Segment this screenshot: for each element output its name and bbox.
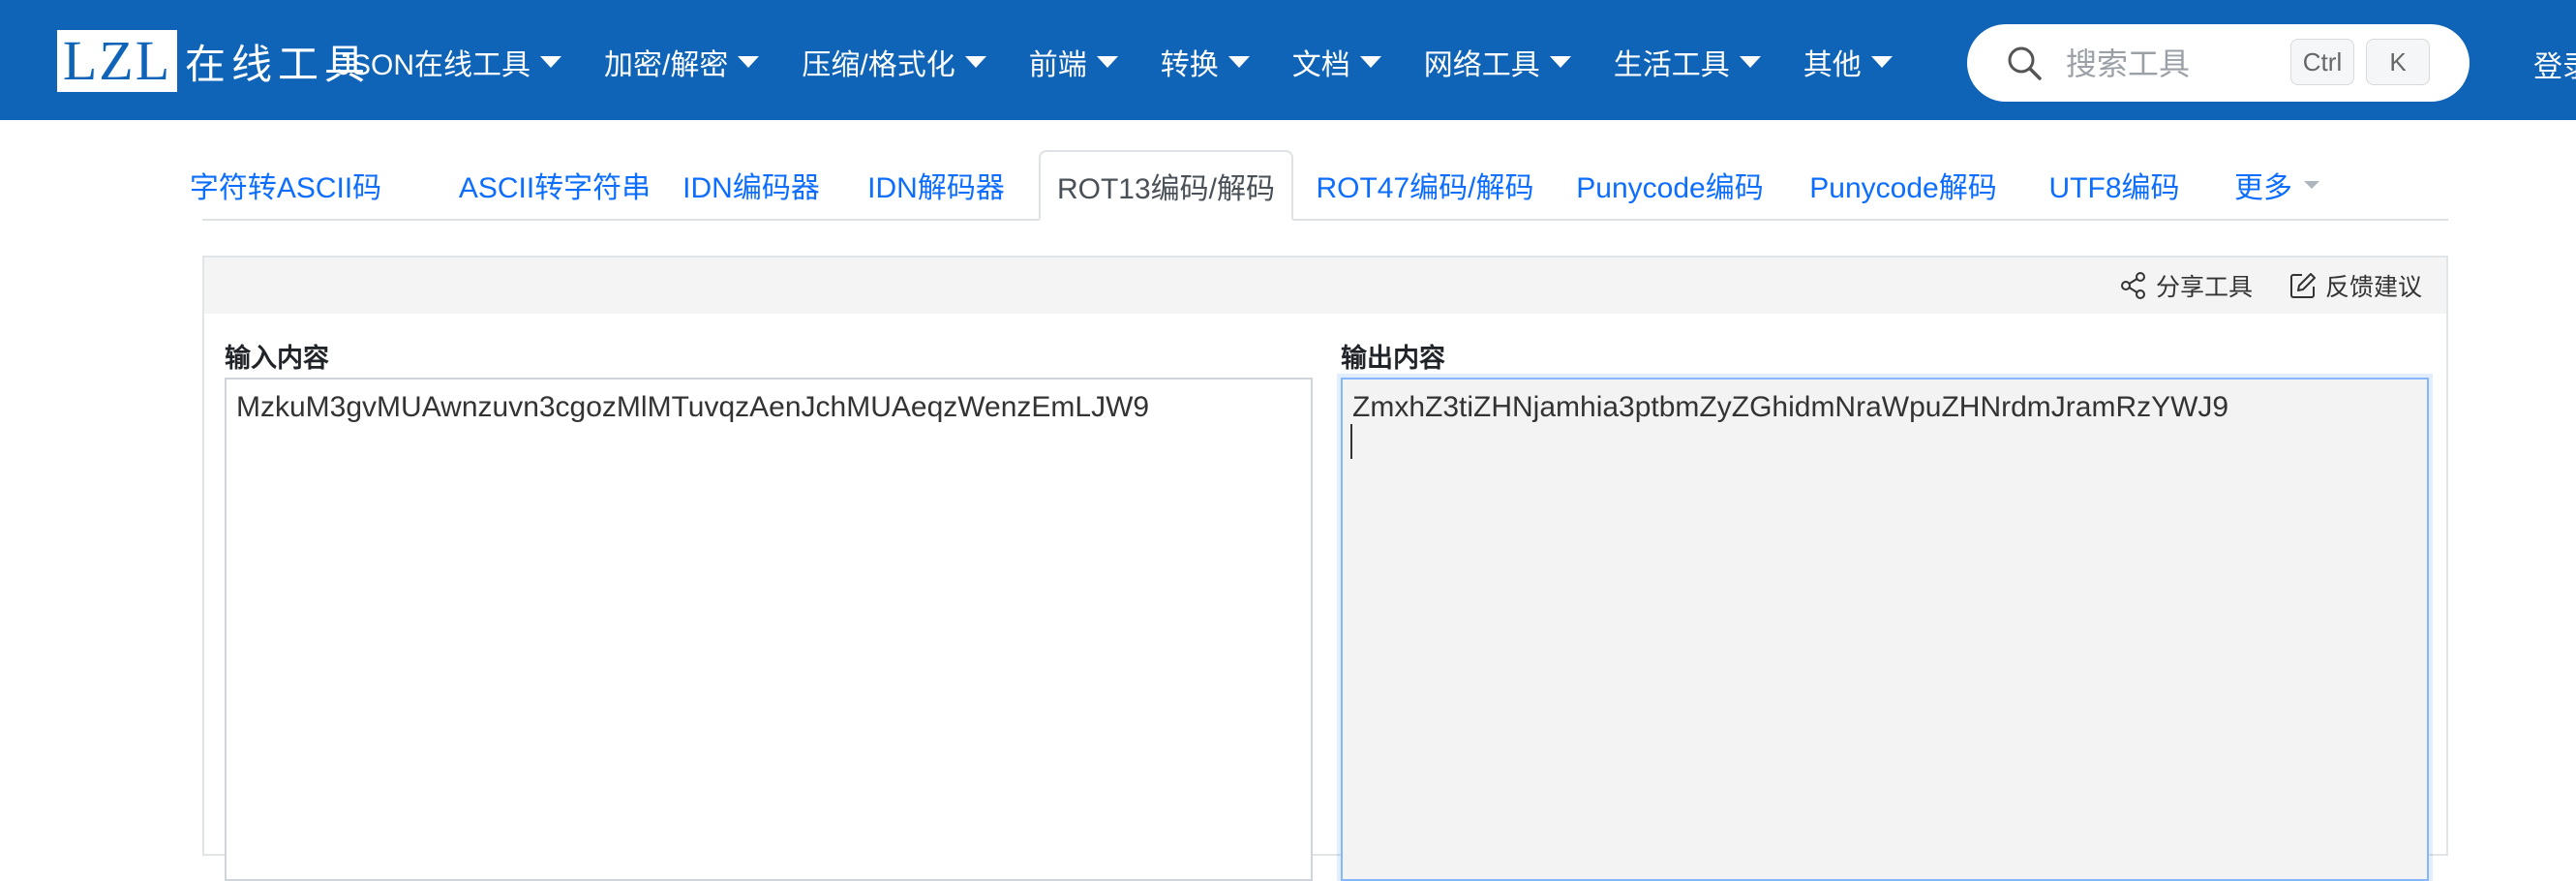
- nav-item-label: JSON在线工具: [337, 49, 531, 81]
- text-cursor: [1350, 424, 1352, 459]
- tab-rot13[interactable]: ROT13编码/解码: [1039, 150, 1293, 221]
- card-toolbar: 分享工具 反馈建议: [204, 258, 2446, 314]
- feedback-label: 反馈建议: [2325, 274, 2423, 301]
- share-tool-label: 分享工具: [2156, 274, 2254, 301]
- shortcut-key-k: K: [2366, 39, 2430, 85]
- nav-item-life[interactable]: 生活工具: [1614, 41, 1761, 83]
- search-box[interactable]: Ctrl K: [1967, 24, 2470, 102]
- tool-card: 分享工具 反馈建议 输入内容 输出内容 MzkuM3gvMUAwnzuvn3cg…: [202, 256, 2448, 881]
- nav-item-label: 转换: [1160, 49, 1219, 81]
- input-textarea[interactable]: MzkuM3gvMUAwnzuvn3cgozMlMTuvqzAenJchMUAe…: [225, 378, 1313, 881]
- search-icon: [2008, 46, 2042, 80]
- input-label: 输入内容: [225, 344, 329, 373]
- tab-ascii-to-string[interactable]: ASCII转字符串: [458, 150, 652, 219]
- caret-down-icon: [738, 56, 760, 68]
- search-input[interactable]: [2064, 38, 2300, 90]
- logo-abbr: LZL: [57, 30, 177, 92]
- nav-item-network[interactable]: 网络工具: [1424, 41, 1571, 83]
- nav-item-label: 前端: [1028, 49, 1087, 81]
- tool-tabs: 字符转ASCII码 ASCII转字符串 IDN编码器 IDN解码器 ROT13编…: [190, 150, 2448, 221]
- edit-icon: [2290, 273, 2316, 298]
- caret-down-icon: [2304, 180, 2319, 189]
- tab-char-to-ascii[interactable]: 字符转ASCII码: [190, 150, 381, 219]
- nav-item-encrypt[interactable]: 加密/解密: [604, 41, 760, 83]
- nav-item-label: 网络工具: [1423, 49, 1540, 81]
- caret-down-icon: [1359, 56, 1381, 68]
- nav-item-label: 压缩/格式化: [802, 49, 955, 81]
- tab-rot47[interactable]: ROT47编码/解码: [1314, 150, 1536, 219]
- nav-item-label: 其他: [1803, 49, 1862, 81]
- caret-down-icon: [1096, 56, 1118, 68]
- share-tool-button[interactable]: 分享工具: [2119, 269, 2253, 302]
- caret-down-icon: [1549, 56, 1571, 68]
- nav-item-label: 文档: [1291, 49, 1350, 81]
- main-menu: JSON在线工具 加密/解密 压缩/格式化 前端 转换 文档 网络工具 生活工具…: [337, 35, 1935, 89]
- login-link[interactable]: 登录: [2533, 43, 2576, 85]
- tab-idn-encoder[interactable]: IDN编码器: [682, 150, 820, 219]
- tab-punycode-encode[interactable]: Punycode编码: [1576, 150, 1763, 219]
- caret-down-icon: [964, 56, 986, 68]
- output-textarea[interactable]: ZmxhZ3tiZHNjamhia3ptbmZyZGhidmNraWpuZHNr…: [1341, 378, 2429, 881]
- nav-item-other[interactable]: 其他: [1803, 41, 1893, 83]
- nav-item-label: 加密/解密: [604, 49, 729, 81]
- site-logo[interactable]: LZL 在线工具: [57, 30, 371, 92]
- tab-punycode-decode[interactable]: Punycode解码: [1809, 150, 1996, 219]
- caret-down-icon: [1739, 56, 1761, 68]
- caret-down-icon: [1870, 56, 1893, 68]
- tab-more-label: 更多: [2234, 171, 2292, 204]
- shortcut-key-ctrl: Ctrl: [2290, 39, 2354, 85]
- caret-down-icon: [1227, 56, 1250, 68]
- tab-more[interactable]: 更多: [2224, 150, 2330, 219]
- nav-item-frontend[interactable]: 前端: [1029, 41, 1118, 83]
- caret-down-icon: [540, 56, 562, 68]
- tab-idn-decoder[interactable]: IDN解码器: [867, 150, 1005, 219]
- share-icon: [2121, 272, 2145, 299]
- nav-item-docs[interactable]: 文档: [1292, 41, 1381, 83]
- feedback-button[interactable]: 反馈建议: [2288, 269, 2422, 302]
- nav-item-compress[interactable]: 压缩/格式化: [802, 41, 986, 83]
- tab-utf8-encode[interactable]: UTF8编码: [2046, 150, 2182, 219]
- nav-item-json[interactable]: JSON在线工具: [337, 41, 562, 83]
- nav-item-convert[interactable]: 转换: [1161, 41, 1250, 83]
- nav-item-label: 生活工具: [1613, 49, 1730, 81]
- output-label: 输出内容: [1341, 344, 1445, 373]
- top-navbar: LZL 在线工具 JSON在线工具 加密/解密 压缩/格式化 前端 转换 文档 …: [0, 0, 2576, 120]
